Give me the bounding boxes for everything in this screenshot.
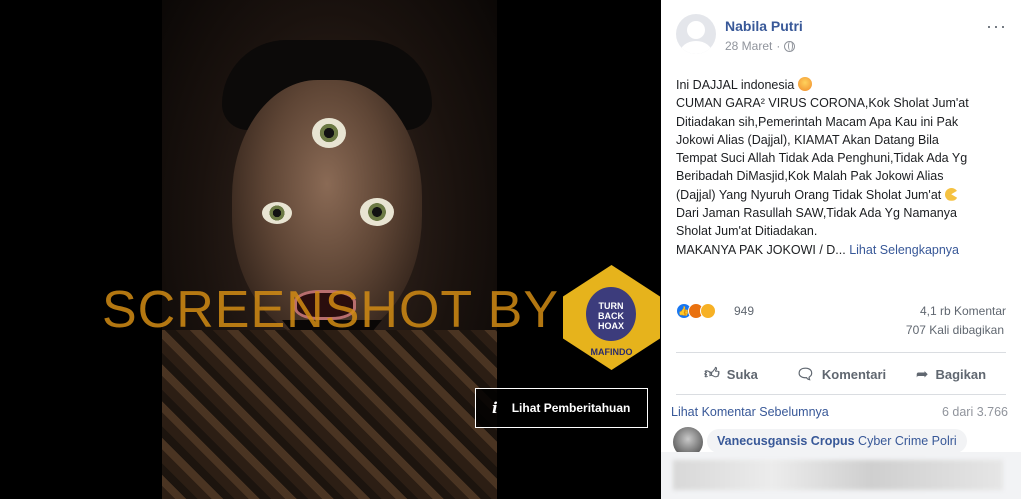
post-actions: 👍︎ Suka 🗨︎ Komentari ➦ Bagikan (676, 358, 1006, 390)
post-photo[interactable] (162, 0, 497, 499)
angry-face-emoji-icon (797, 77, 812, 91)
share-button[interactable]: ➦ Bagikan (896, 358, 1006, 390)
photo-viewer: SCREENSHOT BY TURN BACK HOAX MAFINDO i L… (0, 0, 661, 499)
post-panel: Nabila Putri 28 Maret · ··· Ini DAJJAL i… (661, 0, 1021, 499)
post-line-text: Ini DAJJAL indonesia (676, 78, 795, 92)
divider (676, 394, 1006, 395)
share-arrow-icon: ➦ (915, 366, 929, 383)
logo-text-back: BACK (598, 311, 624, 321)
logo-brand: MAFINDO (590, 347, 633, 357)
photo-batik-shirt (162, 330, 497, 499)
comment-bubble-icon: 🗨︎ (795, 366, 815, 383)
post-line-text: (Dajjal) Yang Nyuruh Orang Tidak Sholat … (676, 187, 942, 202)
avatar-head-shape (687, 21, 705, 39)
logo-text-hoax: HOAX (597, 321, 624, 331)
post-line: MAKANYA PAK JOKOWI / D... Lihat Selengka… (676, 241, 1011, 259)
thumbs-up-icon: 👍︎ (704, 365, 720, 382)
photo-third-eye (312, 118, 346, 148)
post-line: Ditiadakan sih,Pemerintah Macam Apa Kau … (676, 114, 959, 129)
post-meta: 28 Maret · (725, 39, 796, 53)
globe-icon[interactable] (784, 40, 796, 52)
like-label: Suka (726, 366, 758, 382)
turnbackhoax-logo: TURN BACK HOAX MAFINDO (563, 265, 660, 370)
post-date[interactable]: 28 Maret (725, 39, 772, 53)
dot-separator: · (776, 39, 781, 53)
see-more-link[interactable]: Lihat Selengkapnya (849, 243, 959, 257)
turnbackhoax-logo-inner: TURN BACK HOAX (586, 287, 636, 341)
blurred-comment-content (673, 460, 1003, 490)
like-button[interactable]: 👍︎ Suka (676, 358, 786, 390)
commenter-name[interactable]: Vanecusgansis Cropus (717, 434, 855, 448)
view-notice-label: Lihat Pemberitahuan (511, 401, 631, 415)
author-avatar[interactable] (676, 14, 716, 54)
divider (676, 352, 1006, 353)
pacman-emoji-icon (944, 187, 958, 201)
avatar-body-shape (680, 41, 712, 54)
post-line: Ini DAJJAL indonesia (676, 76, 1011, 94)
comment-bubble: Vanecusgansis Cropus Cyber Crime Polri (707, 429, 967, 453)
share-label: Bagikan (935, 366, 987, 382)
logo-text-turn: TURN (598, 301, 624, 311)
haha-icon (700, 303, 716, 319)
post-line: Dari Jaman Rasullah SAW,Tidak Ada Yg Nam… (676, 206, 957, 221)
post-line: Tempat Suci Allah Tidak Ada Penghuni,Tid… (676, 151, 968, 166)
post-line: Beribadah DiMasjid,Kok Malah Pak Jokowi … (676, 169, 944, 184)
photo-right-eye (360, 198, 394, 226)
reactions-row: 👍 949 4,1 rb Komentar (676, 301, 1006, 321)
watermark-text: SCREENSHOT BY (102, 281, 560, 339)
post-line: Sholat Jum'at Ditiadakan. (676, 224, 818, 239)
photo-left-eye (262, 202, 292, 224)
share-count[interactable]: 707 Kali dibagikan (896, 323, 1004, 337)
comment-label: Komentari (821, 366, 887, 382)
reaction-count[interactable]: 949 (734, 304, 754, 318)
post-line: CUMAN GARA² VIRUS CORONA,Kok Sholat Jum'… (676, 96, 969, 111)
post-line: Jokowi Alias (Dajjal), KIAMAT Akan Datan… (676, 132, 939, 147)
previous-comments-link[interactable]: Lihat Komentar Sebelumnya (671, 405, 829, 419)
post-line-text: MAKANYA PAK JOKOWI / D... (676, 242, 846, 257)
comments-header: Lihat Komentar Sebelumnya 6 dari 3.766 (671, 405, 1008, 419)
reaction-icons[interactable]: 👍 (676, 303, 716, 319)
comment-count[interactable]: 4,1 rb Komentar (920, 304, 1006, 318)
comment-paging: 6 dari 3.766 (941, 405, 1008, 419)
author-name[interactable]: Nabila Putri (725, 18, 803, 34)
comment-tagged-page[interactable]: Cyber Crime Polri (858, 434, 957, 448)
post-text: Ini DAJJAL indonesia CUMAN GARA² VIRUS C… (676, 76, 1011, 259)
view-notice-button[interactable]: i Lihat Pemberitahuan (475, 388, 648, 428)
info-icon: i (492, 399, 498, 417)
comment-button[interactable]: 🗨︎ Komentari (786, 358, 896, 390)
more-options-icon[interactable]: ··· (986, 16, 1007, 37)
post-line: (Dajjal) Yang Nyuruh Orang Tidak Sholat … (676, 186, 1011, 204)
